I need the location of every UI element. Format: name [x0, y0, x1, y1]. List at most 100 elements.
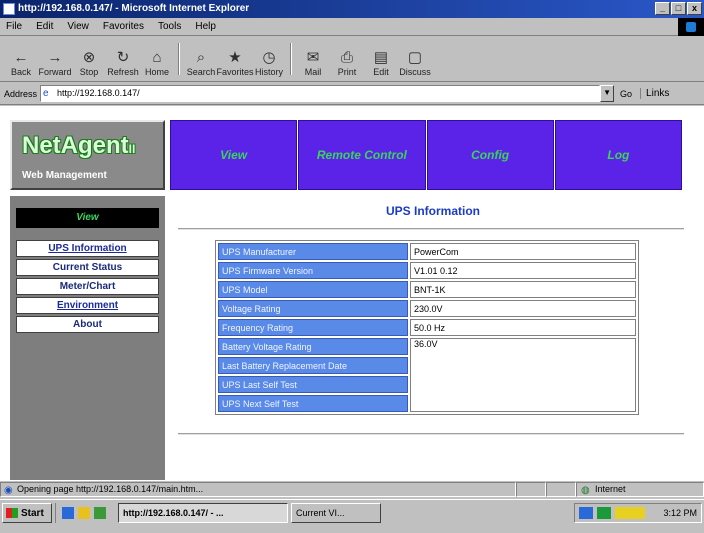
- mail-label: Mail: [304, 67, 322, 77]
- row-label: UPS Last Self Test: [218, 376, 408, 393]
- favorites-icon: ★: [228, 49, 242, 66]
- history-label: History: [254, 67, 283, 77]
- row-label: UPS Manufacturer: [218, 243, 408, 260]
- status-cell: [516, 482, 546, 497]
- row-value: 50.0 Hz: [410, 319, 636, 336]
- window-title: http://192.168.0.147/ - Microsoft Intern…: [18, 3, 250, 14]
- page-icon: e: [43, 88, 49, 99]
- table-row: Frequency Rating 50.0 Hz: [218, 319, 636, 336]
- links-button[interactable]: Links: [640, 88, 669, 99]
- sidebar: View UPS Information Current Status Mete…: [10, 196, 165, 480]
- zone-label: Internet: [595, 484, 626, 494]
- menu-favorites[interactable]: Favorites: [103, 21, 144, 32]
- windows-taskbar: Start http://192.168.0.147/ - ... Curren…: [0, 499, 704, 533]
- ie-launch-icon[interactable]: [62, 507, 74, 519]
- row-value: BNT-1K: [410, 281, 636, 298]
- tab-remote-control[interactable]: Remote Control: [298, 120, 426, 190]
- menu-help[interactable]: Help: [195, 21, 216, 32]
- status-text: Opening page http://192.168.0.147/main.h…: [17, 484, 204, 494]
- row-label: Battery Voltage Rating: [218, 338, 408, 355]
- stop-icon: ⊗: [82, 49, 96, 66]
- menu-tools[interactable]: Tools: [158, 21, 181, 32]
- start-label: Start: [21, 507, 44, 519]
- forward-button[interactable]: → Forward: [38, 37, 72, 81]
- home-button[interactable]: ⌂ Home: [140, 37, 174, 81]
- back-button[interactable]: ← Back: [4, 37, 38, 81]
- refresh-icon: ↻: [116, 49, 130, 66]
- table-row: Battery Voltage Rating 36.0V: [218, 338, 636, 412]
- print-button[interactable]: ⎙ Print: [330, 37, 364, 81]
- refresh-button[interactable]: ↻ Refresh: [106, 37, 140, 81]
- favorites-label: Favorites: [216, 67, 254, 77]
- desktop-launch-icon[interactable]: [78, 507, 90, 519]
- print-icon: ⎙: [340, 49, 353, 66]
- close-button[interactable]: x: [687, 2, 702, 15]
- taskbar-item-secondary[interactable]: Current VI...: [291, 503, 381, 523]
- sidebar-item-environment[interactable]: Environment: [16, 297, 159, 314]
- minimize-button[interactable]: _: [655, 2, 670, 15]
- row-label: UPS Next Self Test: [218, 395, 408, 412]
- browser-toolbar: ← Back → Forward ⊗ Stop ↻ Refresh ⌂ Home…: [0, 37, 704, 82]
- edit-button[interactable]: ▤ Edit: [364, 37, 398, 81]
- logo-text: NetAgentII: [22, 132, 135, 160]
- search-button[interactable]: ⌕ Search: [184, 37, 218, 81]
- history-button[interactable]: ◷ History: [252, 37, 286, 81]
- network-icon[interactable]: [579, 507, 593, 519]
- tab-log[interactable]: Log: [554, 120, 682, 190]
- menu-file[interactable]: File: [6, 21, 22, 32]
- start-button[interactable]: Start: [2, 503, 52, 523]
- go-button[interactable]: Go: [620, 89, 632, 99]
- window-controls: _ □ x: [655, 2, 702, 15]
- app-tray-icon[interactable]: [615, 507, 645, 519]
- sidebar-item-current-status[interactable]: Current Status: [16, 259, 159, 276]
- address-dropdown-button[interactable]: ▼: [600, 85, 615, 102]
- mail-icon: ✉: [306, 49, 320, 66]
- status-bar: ◉ Opening page http://192.168.0.147/main…: [0, 480, 704, 498]
- page-viewport: NetAgentII Web Management View Remote Co…: [0, 106, 704, 480]
- security-zone: ◍ Internet: [576, 482, 704, 497]
- sidebar-item-ups-information[interactable]: UPS Information: [16, 240, 159, 257]
- status-message: ◉ Opening page http://192.168.0.147/main…: [0, 482, 516, 497]
- table-row: UPS Manufacturer PowerCom: [218, 243, 636, 260]
- quick-launch: [55, 503, 115, 523]
- sidebar-item-meter-chart[interactable]: Meter/Chart: [16, 278, 159, 295]
- edit-label: Edit: [373, 67, 389, 77]
- address-input[interactable]: e http://192.168.0.147/: [40, 85, 601, 102]
- internet-zone-icon: ◍: [581, 485, 590, 496]
- taskbar-item-browser[interactable]: http://192.168.0.147/ - ...: [118, 503, 288, 523]
- ups-info-table: UPS Manufacturer PowerCom UPS Firmware V…: [215, 240, 639, 415]
- discuss-button[interactable]: ▢ Discuss: [398, 37, 432, 81]
- sidebar-heading: View: [16, 208, 159, 228]
- stop-button[interactable]: ⊗ Stop: [72, 37, 106, 81]
- table-row: UPS Firmware Version V1.01 0.12: [218, 262, 636, 279]
- forward-label: Forward: [38, 67, 72, 77]
- row-value: PowerCom: [410, 243, 636, 260]
- favorites-button[interactable]: ★ Favorites: [216, 37, 254, 81]
- row-value: 230.0V: [410, 300, 636, 317]
- divider: [178, 228, 684, 230]
- history-icon: ◷: [262, 49, 276, 66]
- menu-view[interactable]: View: [67, 21, 89, 32]
- tab-view[interactable]: View: [170, 120, 298, 190]
- home-label: Home: [144, 67, 169, 77]
- row-label: Last Battery Replacement Date: [218, 357, 408, 374]
- logo-subtitle: Web Management: [22, 170, 107, 181]
- volume-icon[interactable]: [597, 507, 611, 519]
- back-icon: ←: [13, 49, 29, 66]
- tab-config[interactable]: Config: [426, 120, 554, 190]
- mail-button[interactable]: ✉ Mail: [296, 37, 330, 81]
- home-icon: ⌂: [152, 49, 162, 66]
- row-value: V1.01 0.12: [410, 262, 636, 279]
- window-titlebar: http://192.168.0.147/ - Microsoft Intern…: [0, 0, 704, 18]
- toolbar-separator: [178, 43, 180, 75]
- sidebar-item-about[interactable]: About: [16, 316, 159, 333]
- menu-edit[interactable]: Edit: [36, 21, 53, 32]
- back-label: Back: [10, 67, 31, 77]
- edit-icon: ▤: [373, 49, 389, 66]
- netagent-logo: NetAgentII Web Management: [10, 120, 165, 190]
- search-label: Search: [186, 67, 216, 77]
- maximize-button[interactable]: □: [671, 2, 686, 15]
- channels-launch-icon[interactable]: [94, 507, 106, 519]
- row-label: Voltage Rating: [218, 300, 408, 317]
- system-tray: 3:12 PM: [574, 503, 702, 523]
